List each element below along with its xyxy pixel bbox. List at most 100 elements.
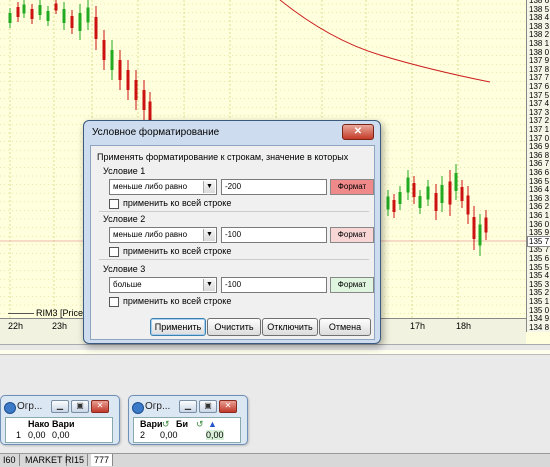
close-button[interactable]: ✕ — [91, 400, 109, 413]
apply-row-label[interactable]: применить ко всей строке — [123, 198, 231, 208]
candle-body — [102, 40, 106, 60]
close-button[interactable]: ✕ — [219, 400, 237, 413]
table-cell[interactable]: 0,00 — [206, 430, 224, 440]
condition-label: Условие 2 — [103, 214, 146, 224]
column-header[interactable]: Нако — [28, 419, 49, 429]
value-input[interactable]: -200 — [221, 179, 327, 195]
format-button[interactable]: Формат — [330, 227, 374, 243]
price-tick-label: 136 0 — [529, 219, 550, 229]
value-input[interactable]: -100 — [221, 227, 327, 243]
candle-body — [418, 196, 422, 208]
condition-label: Условие 1 — [103, 166, 146, 176]
apply-row-label[interactable]: применить ко всей строке — [123, 246, 231, 256]
column-header[interactable]: Би — [176, 419, 188, 429]
apply-row-checkbox[interactable] — [109, 199, 119, 209]
restriction-panel-1[interactable]: Огр... ▁ ▣ ✕ Нако Вари 1 0,00 0,00 — [0, 395, 120, 445]
legend-line — [8, 313, 34, 314]
price-tick-label: 137 4 — [529, 99, 550, 109]
price-tick-label: 137 6 — [529, 82, 550, 91]
horizontal-scrollbar[interactable] — [0, 344, 550, 350]
tab-777[interactable]: 777 — [91, 454, 114, 466]
candle-body — [142, 90, 146, 110]
restore-button[interactable]: ▣ — [71, 400, 89, 413]
candle-body — [392, 200, 396, 212]
chevron-down-icon[interactable]: ▼ — [203, 279, 215, 291]
dialog-title: Условное форматирование — [92, 127, 220, 138]
operator-select[interactable]: меньше либо равно ▼ — [109, 227, 217, 243]
panel-title: Огр... — [145, 401, 171, 412]
panel-table[interactable]: Вари Би ↺ ↺ ▲ 2 0,00 0,00 — [133, 417, 241, 443]
format-button[interactable]: Формат — [330, 179, 374, 195]
panel-table[interactable]: Нако Вари 1 0,00 0,00 — [5, 417, 113, 443]
chevron-down-icon[interactable]: ▼ — [203, 181, 215, 193]
price-tick-label: 137 5 — [529, 90, 550, 100]
table-cell[interactable]: 0,00 — [28, 430, 46, 440]
table-cell[interactable]: 2 — [140, 430, 145, 440]
disable-button[interactable]: Отключить — [262, 318, 318, 336]
workspace-tabs: I60 MARKET RI15 777 — [0, 453, 550, 467]
candle-body — [398, 192, 402, 204]
price-tick-label: 138 6 — [529, 0, 550, 5]
tab-market[interactable]: MARKET — [22, 454, 67, 466]
restriction-panel-2[interactable]: Огр... ▁ ▣ ✕ Вари Би ↺ ↺ ▲ 2 0,00 0,00 — [128, 395, 248, 445]
operator-select[interactable]: меньше либо равно ▼ — [109, 179, 217, 195]
restore-button[interactable]: ▣ — [199, 400, 217, 413]
price-tick-label: 137 8 — [529, 64, 550, 74]
price-tick-label: 135 1 — [529, 297, 550, 306]
candle-body — [134, 80, 138, 100]
candle-body — [148, 101, 152, 121]
table-cell[interactable]: 0,00 — [160, 430, 178, 440]
close-button[interactable]: ✕ — [342, 124, 374, 140]
price-tick-label: 137 3 — [529, 107, 550, 117]
conditional-format-dialog[interactable]: Условное форматирование ✕ Применять форм… — [83, 120, 381, 344]
apply-button[interactable]: Применить — [150, 318, 206, 336]
up-arrow-icon[interactable]: ▲ — [208, 419, 217, 429]
price-tick-label: 135 5 — [529, 262, 550, 272]
format-button[interactable]: Формат — [330, 277, 374, 293]
candle-body — [434, 193, 438, 211]
table-cell[interactable]: 0,00 — [52, 430, 70, 440]
candle-body — [54, 3, 58, 11]
dialog-body: Применять форматирование к строкам, знач… — [90, 145, 375, 340]
apply-row-label[interactable]: применить ко всей строке — [123, 296, 231, 306]
value-input[interactable]: -100 — [221, 277, 327, 293]
price-tick-label: 136 4 — [529, 185, 550, 195]
panel-app-icon — [132, 402, 144, 414]
moving-average-line — [279, 0, 491, 83]
operator-select[interactable]: больше ▼ — [109, 277, 217, 293]
price-tick-label: 136 8 — [529, 150, 550, 160]
price-tick-label: 136 6 — [529, 168, 550, 177]
sort-icon[interactable]: ↺ — [162, 419, 170, 430]
price-tick-label: 135 2 — [529, 288, 550, 298]
apply-row-checkbox[interactable] — [109, 297, 119, 307]
time-tick-label: 23h — [52, 321, 68, 331]
price-tick-label: 138 2 — [529, 30, 550, 40]
candle-body — [22, 4, 26, 14]
apply-row-checkbox[interactable] — [109, 247, 119, 257]
price-tick-label: 134 8 — [529, 322, 550, 332]
candle-body — [38, 5, 42, 15]
price-tick-label: 136 1 — [529, 211, 550, 220]
minimize-button[interactable]: ▁ — [51, 400, 69, 413]
candle-body — [386, 196, 390, 210]
cancel-button[interactable]: Отмена — [319, 318, 371, 336]
clear-button[interactable]: Очистить — [207, 318, 261, 336]
column-header[interactable]: Вари — [52, 419, 75, 429]
price-axis[interactable]: 134 8 134 9 135 0 135 1 135 2 135 3 135 4 135 5… — [526, 0, 550, 332]
divider — [99, 259, 369, 260]
candle-body — [454, 173, 458, 191]
candle-body — [110, 50, 114, 70]
candle-body — [46, 11, 50, 21]
chevron-down-icon[interactable]: ▼ — [203, 229, 215, 241]
table-cell[interactable]: 1 — [16, 430, 21, 440]
minimize-button[interactable]: ▁ — [179, 400, 197, 413]
candle-body — [30, 9, 34, 19]
tab-i60[interactable]: I60 — [0, 454, 20, 466]
sort-icon[interactable]: ↺ — [196, 419, 204, 430]
candle-body — [94, 17, 98, 39]
tab-ri15[interactable]: RI15 — [62, 454, 89, 466]
price-tick-label: 136 2 — [529, 202, 550, 212]
column-header[interactable]: Вари — [140, 419, 163, 429]
candle-body — [472, 217, 476, 239]
candle-body — [426, 186, 430, 200]
